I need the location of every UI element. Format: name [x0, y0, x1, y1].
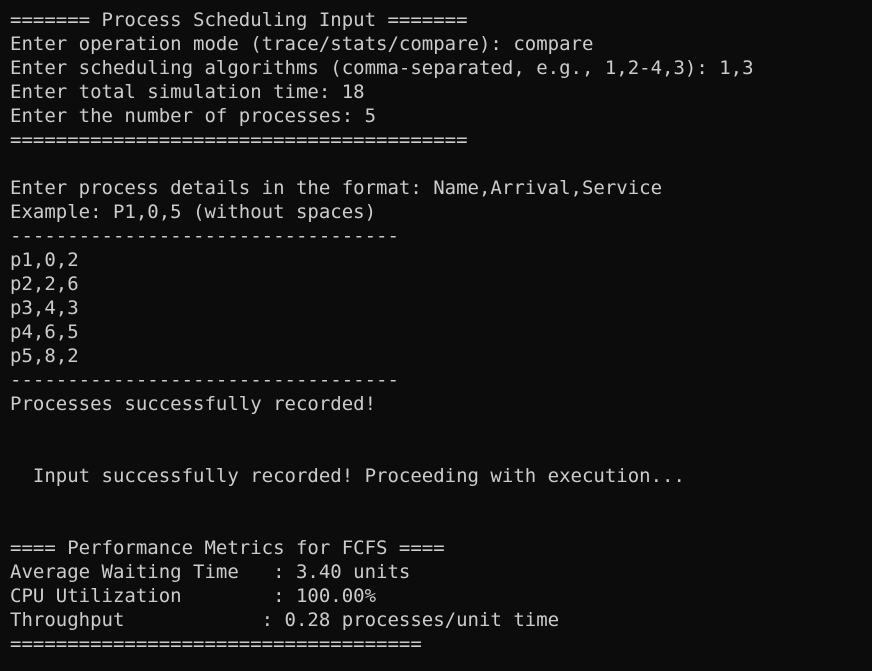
- process-format-instructions: Enter process details in the format: Nam…: [10, 177, 663, 199]
- process-entry-p2: p2,2,6: [10, 273, 79, 295]
- process-entry-p3: p3,4,3: [10, 297, 79, 319]
- cpu-utilization: CPU Utilization : 100.00%: [10, 585, 377, 607]
- process-count-prompt: Enter the number of processes: 5: [10, 105, 377, 127]
- header-divider: ========================================: [10, 129, 468, 151]
- processes-recorded-message: Processes successfully recorded!: [10, 393, 377, 415]
- process-entry-p4: p4,6,5: [10, 321, 79, 343]
- simulation-time-prompt: Enter total simulation time: 18: [10, 81, 365, 103]
- process-format-example: Example: P1,0,5 (without spaces): [10, 201, 377, 223]
- throughput: Throughput : 0.28 processes/unit time: [10, 609, 560, 631]
- process-entry-p5: p5,8,2: [10, 345, 79, 367]
- operation-mode-prompt: Enter operation mode (trace/stats/compar…: [10, 33, 594, 55]
- metrics-footer-divider: ====================================: [10, 633, 422, 655]
- input-recorded-message: Input successfully recorded! Proceeding …: [10, 465, 685, 487]
- process-list-divider-bottom: ----------------------------------: [10, 369, 399, 391]
- process-entry-p1: p1,0,2: [10, 249, 79, 271]
- algorithms-prompt: Enter scheduling algorithms (comma-separ…: [10, 57, 754, 79]
- console-window[interactable]: ======= Process Scheduling Input =======…: [0, 0, 872, 671]
- process-list-divider-top: ----------------------------------: [10, 225, 399, 247]
- metrics-header: ==== Performance Metrics for FCFS ====: [10, 537, 445, 559]
- average-waiting-time: Average Waiting Time : 3.40 units: [10, 561, 411, 583]
- input-header: ======= Process Scheduling Input =======: [10, 9, 468, 31]
